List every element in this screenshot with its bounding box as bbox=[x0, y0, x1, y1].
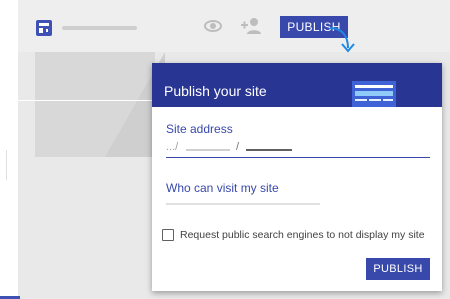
domain-placeholder bbox=[186, 149, 230, 151]
dialog-title: Publish your site bbox=[164, 83, 267, 99]
curved-arrow-down-icon bbox=[329, 27, 355, 53]
publish-button-dialog[interactable]: PUBLISH bbox=[366, 258, 430, 280]
divider bbox=[18, 100, 158, 101]
editor-toolbar: PUBLISH bbox=[18, 0, 450, 52]
visitors-label[interactable]: Who can visit my site bbox=[166, 181, 279, 195]
website-illustration-icon bbox=[352, 81, 396, 107]
publish-dialog: Publish your site Site address .../ / Wh… bbox=[152, 63, 442, 291]
no-index-checkbox-label[interactable]: Request public search engines to not dis… bbox=[180, 229, 425, 241]
address-separator: / bbox=[236, 141, 240, 153]
no-index-checkbox[interactable] bbox=[162, 229, 174, 241]
site-title-placeholder[interactable] bbox=[62, 26, 137, 30]
site-name-placeholder bbox=[246, 149, 292, 151]
site-address-underline bbox=[166, 157, 430, 158]
address-prefix: .../ bbox=[166, 141, 179, 153]
site-address-input[interactable]: .../ / bbox=[166, 141, 430, 157]
dialog-header: Publish your site bbox=[152, 63, 442, 107]
panel-edge bbox=[0, 150, 7, 180]
eye-icon[interactable] bbox=[204, 20, 222, 32]
visitors-underline bbox=[166, 203, 320, 205]
layout-icon[interactable] bbox=[36, 20, 52, 36]
add-person-icon[interactable] bbox=[240, 16, 262, 36]
page-hero-placeholder bbox=[35, 52, 165, 157]
site-address-label: Site address bbox=[166, 122, 233, 136]
